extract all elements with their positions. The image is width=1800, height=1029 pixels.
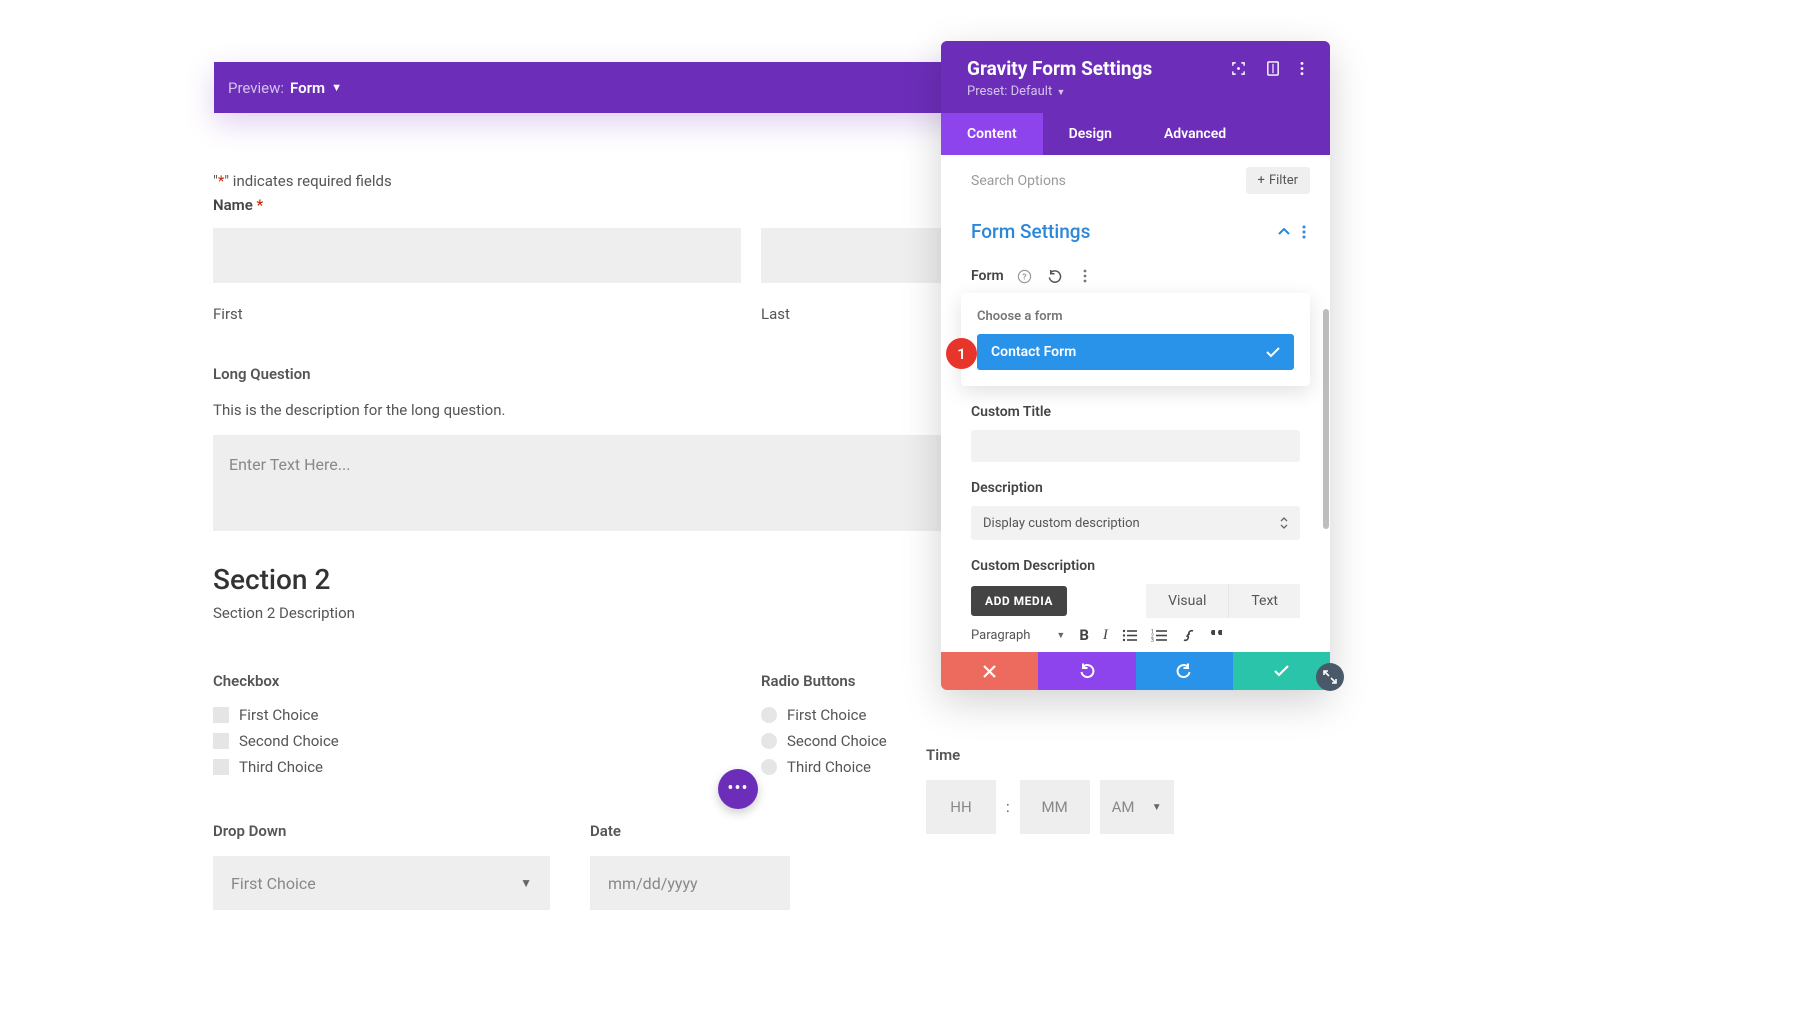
chevron-up-icon[interactable] [1278, 228, 1290, 236]
search-input[interactable]: Search Options [971, 173, 1066, 189]
editor-toolbar: Paragraph ▼ B I 123 [941, 618, 1330, 652]
dropdown-select[interactable]: First Choice ▼ [213, 856, 550, 910]
preview-value: Form [290, 79, 325, 97]
tab-design[interactable]: Design [1043, 113, 1138, 155]
settings-panel: Gravity Form Settings Preset: Default ▼ … [941, 41, 1330, 690]
more-vert-icon[interactable] [1300, 61, 1304, 76]
panel-header: Gravity Form Settings Preset: Default ▼ [941, 41, 1330, 113]
time-group: Time HH : MM AM ▼ [926, 746, 1186, 834]
check-icon [1266, 347, 1280, 358]
close-button[interactable] [941, 652, 1038, 690]
form-settings-title: Form Settings [971, 220, 1090, 243]
dropdown-header: Drop Down [213, 822, 550, 840]
time-ampm-select[interactable]: AM ▼ [1100, 780, 1174, 834]
caret-down-icon: ▼ [1054, 88, 1065, 98]
undo-button[interactable] [1038, 652, 1135, 690]
preview-label: Preview: [228, 79, 284, 97]
undo-icon [1079, 663, 1095, 679]
date-header: Date [590, 822, 927, 840]
bullet-list-icon[interactable] [1122, 629, 1137, 642]
form-dropdown: 1 Choose a form Contact Form [961, 293, 1310, 386]
link-icon[interactable] [1181, 628, 1196, 643]
radio-option[interactable]: First Choice [761, 706, 1289, 724]
panel-tabs: Content Design Advanced [941, 113, 1330, 155]
add-media-button[interactable]: ADD MEDIA [971, 586, 1067, 616]
more-actions-fab[interactable]: ••• [718, 769, 758, 809]
checkbox-option[interactable]: Third Choice [213, 758, 741, 776]
custom-title-label: Custom Title [971, 404, 1300, 420]
sort-icon [1280, 517, 1288, 529]
caret-down-icon: ▼ [331, 81, 342, 94]
checkbox-option[interactable]: Second Choice [213, 732, 741, 750]
expand-icon [1323, 670, 1337, 684]
radio-icon [761, 733, 777, 749]
radio-icon [761, 759, 777, 775]
check-icon [1274, 665, 1289, 677]
chevron-down-icon: ▼ [1152, 802, 1162, 813]
checkbox-icon [213, 733, 229, 749]
time-hh-input[interactable]: HH [926, 780, 996, 834]
save-button[interactable] [1233, 652, 1330, 690]
scrollbar[interactable] [1323, 309, 1329, 529]
checkbox-icon [213, 759, 229, 775]
date-input[interactable]: mm/dd/yyyy [590, 856, 790, 910]
checkbox-icon [213, 707, 229, 723]
visual-tab[interactable]: Visual [1146, 584, 1229, 618]
paragraph-format-select[interactable]: Paragraph ▼ [971, 628, 1065, 643]
form-label: Form [971, 268, 1004, 284]
help-icon[interactable]: ? [1016, 267, 1034, 285]
first-name-input[interactable] [213, 228, 741, 283]
selected-form-option[interactable]: Contact Form [977, 334, 1294, 370]
custom-description-label: Custom Description [971, 558, 1300, 574]
time-colon: : [1006, 798, 1010, 816]
filter-button[interactable]: + Filter [1246, 167, 1310, 194]
checkbox-group: Checkbox First Choice Second Choice Thir… [213, 672, 741, 784]
tab-advanced[interactable]: Advanced [1138, 113, 1252, 155]
chevron-down-icon: ▼ [520, 876, 532, 890]
svg-text:3: 3 [1151, 638, 1154, 642]
redo-button[interactable] [1136, 652, 1233, 690]
panel-footer [941, 652, 1330, 690]
choose-form-label: Choose a form [977, 309, 1294, 324]
panel-title: Gravity Form Settings [967, 57, 1152, 80]
italic-icon[interactable]: I [1103, 627, 1108, 644]
time-header: Time [926, 746, 1186, 764]
tablet-icon[interactable] [1266, 61, 1280, 76]
checkbox-option[interactable]: First Choice [213, 706, 741, 724]
quote-icon[interactable] [1210, 629, 1225, 641]
callout-marker-1: 1 [946, 338, 977, 369]
time-mm-input[interactable]: MM [1020, 780, 1090, 834]
number-list-icon[interactable]: 123 [1151, 629, 1167, 642]
description-label: Description [971, 480, 1300, 496]
close-icon [983, 665, 996, 678]
focus-icon[interactable] [1231, 61, 1246, 76]
caret-down-icon: ▼ [1056, 630, 1065, 641]
radio-icon [761, 707, 777, 723]
redo-icon [1176, 663, 1192, 679]
expand-fab[interactable] [1316, 663, 1344, 691]
tab-content[interactable]: Content [941, 113, 1043, 155]
preset-selector[interactable]: Preset: Default ▼ [967, 84, 1304, 99]
bold-icon[interactable]: B [1079, 626, 1089, 644]
svg-text:?: ? [1023, 272, 1027, 282]
custom-title-input[interactable] [971, 430, 1300, 462]
panel-body: Search Options + Filter Form Settings Fo… [941, 155, 1330, 690]
plus-icon: + [1258, 173, 1265, 188]
more-vert-icon[interactable] [1076, 267, 1094, 285]
text-tab[interactable]: Text [1229, 584, 1300, 618]
checkbox-header: Checkbox [213, 672, 741, 690]
more-vert-icon[interactable] [1302, 225, 1306, 239]
description-select[interactable]: Display custom description [971, 506, 1300, 540]
first-sublabel: First [213, 305, 741, 323]
undo-icon[interactable] [1046, 267, 1064, 285]
